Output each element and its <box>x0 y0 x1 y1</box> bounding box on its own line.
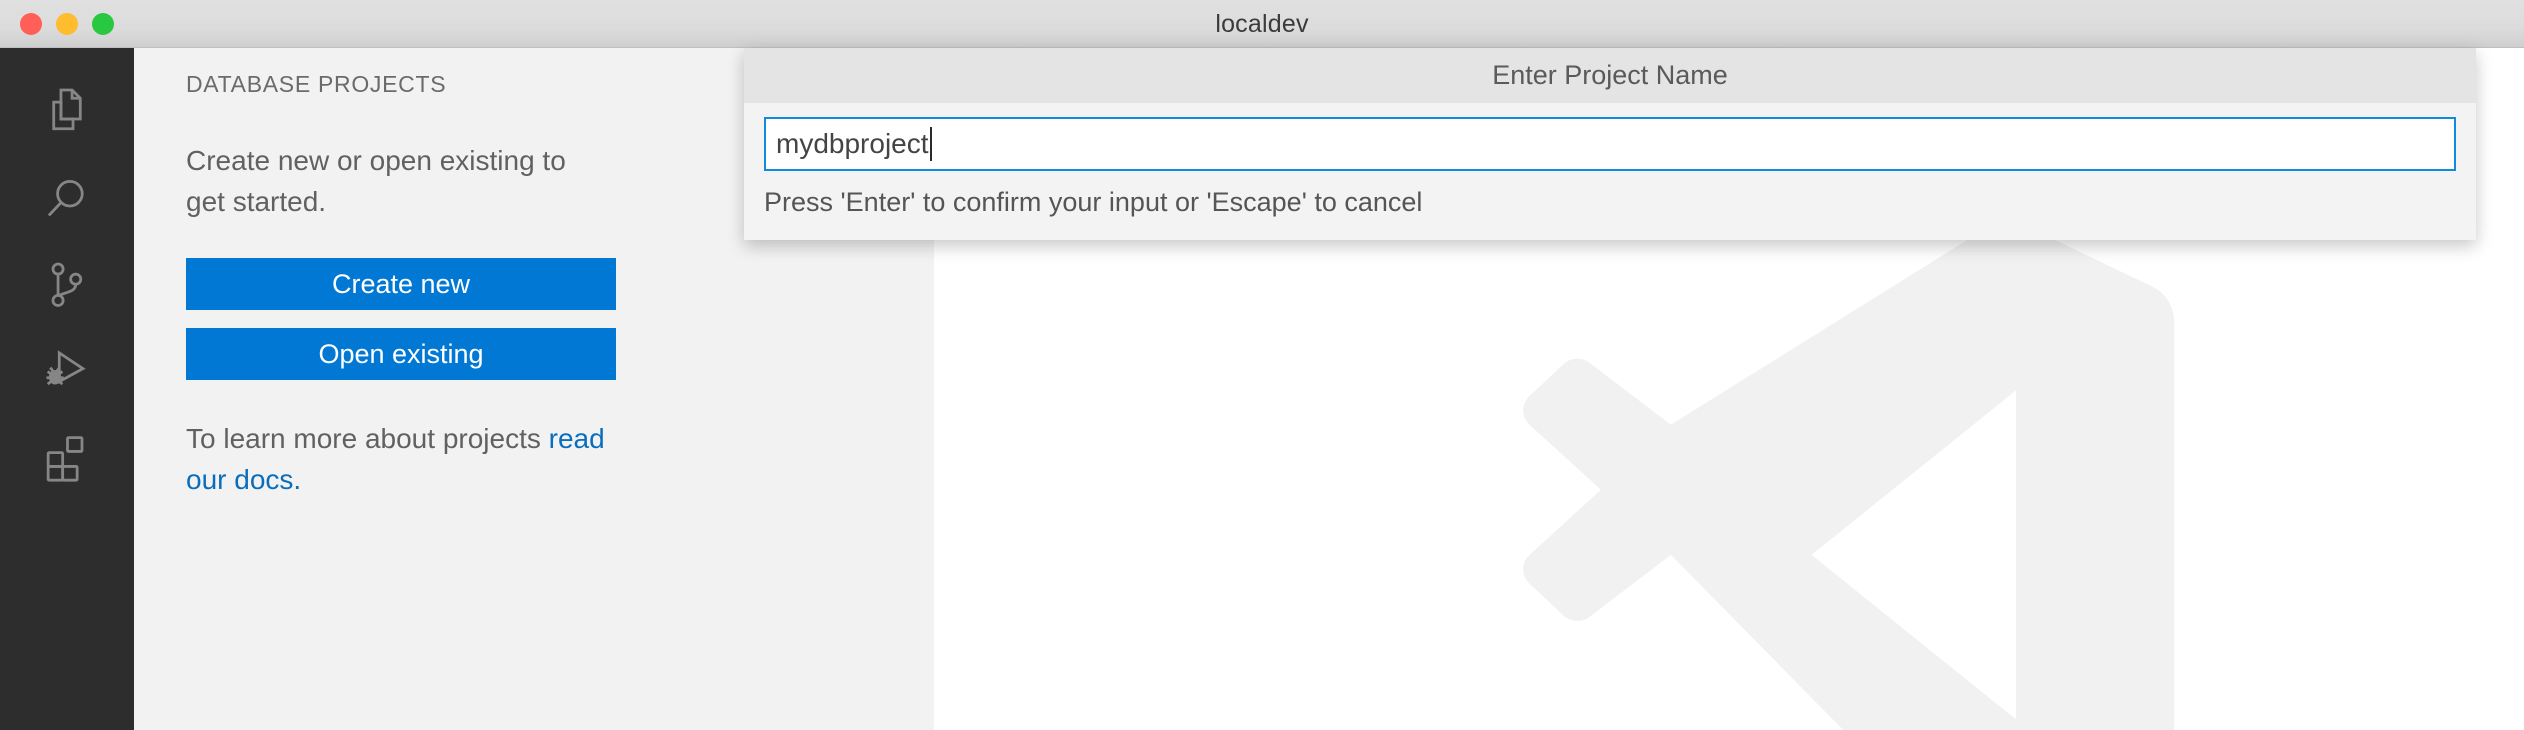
search-icon <box>38 170 96 228</box>
dialog-header: Enter Project Name <box>744 48 2476 103</box>
text-cursor <box>929 127 932 161</box>
window-titlebar: localdev <box>0 0 2524 48</box>
run-and-debug-icon <box>38 342 96 400</box>
sidebar-footer: To learn more about projects read our do… <box>186 418 606 500</box>
project-name-input-value: mydbproject <box>776 128 929 159</box>
window-title: localdev <box>1215 10 1309 38</box>
source-control-icon <box>38 256 96 314</box>
activity-bar <box>0 48 134 730</box>
dialog-hint: Press 'Enter' to confirm your input or '… <box>764 187 1423 217</box>
sidebar-title: DATABASE PROJECTS <box>186 70 447 97</box>
activity-item-run-and-debug[interactable] <box>0 328 134 414</box>
sidebar-footer-text: To learn more about projects <box>186 423 549 454</box>
project-name-input[interactable]: mydbproject <box>764 117 2456 171</box>
create-new-button[interactable]: Create new <box>186 258 616 310</box>
files-explorer-icon <box>38 84 96 142</box>
activity-item-search[interactable] <box>0 156 134 242</box>
sidebar-footer-suffix: . <box>293 464 302 495</box>
sidebar-description: Create new or open existing to get start… <box>186 145 566 217</box>
vscode-logo-icon <box>1498 200 2198 730</box>
activity-item-source-control[interactable] <box>0 242 134 328</box>
activity-item-extensions[interactable] <box>0 414 134 500</box>
quick-input-dialog: Enter Project Name mydbproject Press 'En… <box>744 48 2476 240</box>
vscode-window: localdev DATABASE PROJECTS Create new or… <box>0 0 2524 730</box>
extensions-icon <box>38 428 96 486</box>
activity-item-explorer[interactable] <box>0 70 134 156</box>
dialog-input-wrapper: mydbproject <box>744 103 2476 171</box>
dialog-title: Enter Project Name <box>1492 60 1728 90</box>
open-existing-button[interactable]: Open existing <box>186 328 616 380</box>
